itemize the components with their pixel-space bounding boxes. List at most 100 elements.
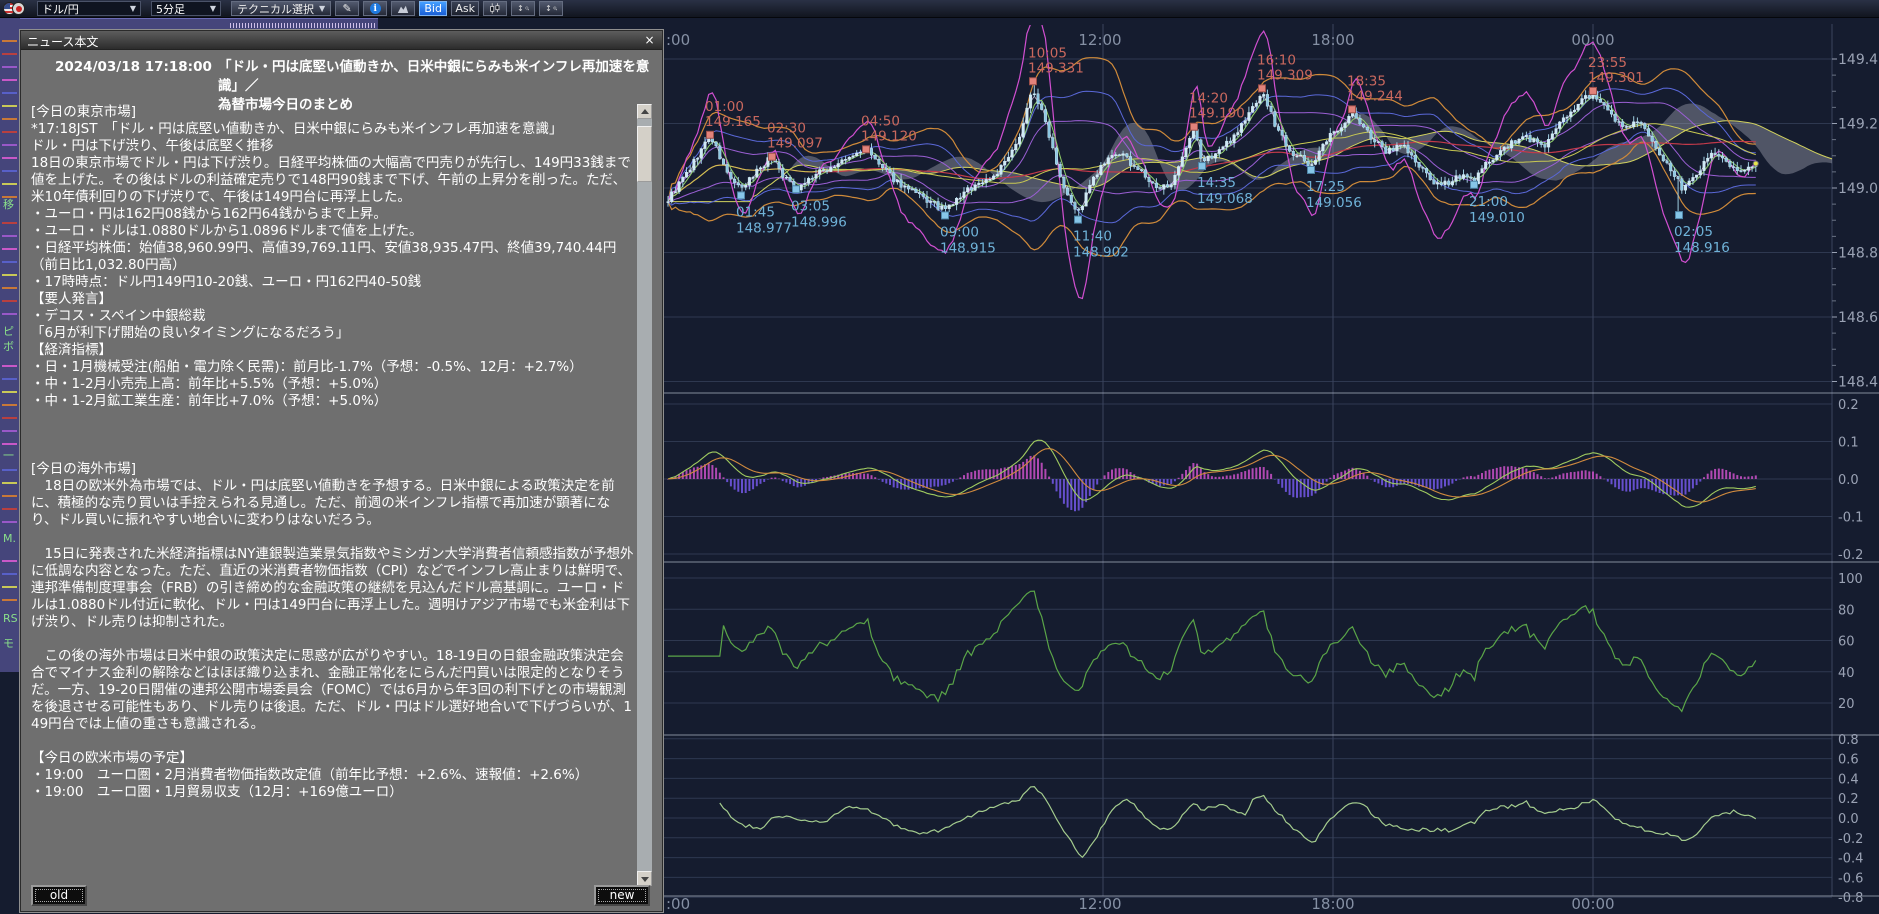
svg-text:149.20: 149.20 (1838, 117, 1879, 133)
legend-color-sample (2, 144, 17, 146)
legend-color-sample (2, 599, 17, 601)
legend-color-sample (2, 560, 17, 562)
news-scrollbar[interactable] (637, 104, 652, 886)
svg-text:148.977: 148.977 (736, 220, 792, 236)
svg-text:-0.8: -0.8 (1838, 891, 1863, 906)
svg-text:149.056: 149.056 (1306, 195, 1362, 211)
old-news-button[interactable]: old (31, 885, 87, 906)
chart-style-button[interactable] (391, 1, 415, 16)
svg-text:12:00: 12:00 (1078, 895, 1121, 913)
svg-text:01:45: 01:45 (736, 204, 775, 220)
currency-pair-select[interactable]: ドル/円 ▼ (37, 1, 141, 16)
legend-color-sample (2, 274, 17, 276)
legend-color-sample (2, 365, 17, 367)
info-icon: i (370, 3, 381, 14)
svg-text:01:00: 01:00 (705, 99, 744, 115)
technical-select-button[interactable]: テクニカル選択▼ (231, 1, 331, 16)
scrollbar-thumb[interactable] (637, 126, 652, 182)
svg-text:09:00: 09:00 (940, 224, 979, 240)
svg-text:0.4: 0.4 (1838, 772, 1859, 787)
svg-text:0.2: 0.2 (1838, 792, 1859, 807)
svg-text:149.331: 149.331 (1028, 60, 1084, 76)
legend-color-sample (2, 443, 17, 445)
info-button[interactable]: i (363, 1, 387, 16)
svg-text:12:00: 12:00 (1078, 31, 1121, 49)
legend-color-sample (2, 183, 17, 185)
legend-indicator-label: ボ (3, 341, 14, 353)
svg-text:18:00: 18:00 (1311, 895, 1354, 913)
draw-tool-button[interactable]: ✎ (335, 1, 359, 16)
timeframe-label: 5分足 (156, 1, 185, 17)
chevron-down-icon: ▼ (319, 4, 325, 13)
bid-toggle-button[interactable]: Bid (419, 1, 447, 16)
legend-color-sample (2, 92, 17, 94)
svg-text:100: 100 (1838, 572, 1863, 587)
new-news-button[interactable]: new (594, 885, 650, 906)
legend-color-sample (2, 118, 17, 120)
svg-text:148.902: 148.902 (1073, 245, 1129, 261)
currency-pair-label: ドル/円 (42, 1, 79, 17)
candlestick-style-button[interactable] (483, 1, 507, 16)
legend-indicator-label: RS (3, 613, 18, 625)
zoom-out-icon (525, 2, 529, 15)
svg-text:149.309: 149.309 (1257, 67, 1313, 83)
svg-text:148.916: 148.916 (1674, 240, 1730, 256)
svg-text:-0.6: -0.6 (1838, 871, 1863, 886)
news-window: ニュース本文 × 2024/03/18 17:18:00 「ドル・円は底堅い値動… (20, 30, 663, 912)
timeframe-select[interactable]: 5分足 ▼ (151, 1, 221, 16)
legend-color-sample (2, 261, 17, 263)
svg-text:0.8: 0.8 (1838, 733, 1859, 748)
svg-text:0.6: 0.6 (1838, 753, 1859, 768)
candlestick-icon (489, 2, 501, 15)
legend-color-sample (2, 573, 17, 575)
legend-color-sample (2, 495, 17, 497)
legend-color-sample (2, 40, 17, 42)
svg-text:149.165: 149.165 (705, 114, 761, 130)
svg-text:80: 80 (1838, 603, 1855, 618)
svg-text:02:30: 02:30 (767, 121, 806, 137)
close-icon[interactable]: × (642, 33, 657, 48)
legend-color-sample (2, 378, 17, 380)
svg-text:149.190: 149.190 (1189, 106, 1245, 122)
indicator-legend-strip: 移ピボ一M.RSモ (0, 18, 20, 672)
chevron-down-icon: ▼ (130, 4, 136, 13)
scroll-down-arrow-icon[interactable] (637, 871, 652, 886)
scroll-up-arrow-icon[interactable] (637, 104, 652, 119)
svg-text:18:00: 18:00 (1311, 31, 1354, 49)
legend-color-sample (2, 469, 17, 471)
svg-text:149.120: 149.120 (861, 128, 917, 144)
svg-text:-0.2: -0.2 (1838, 832, 1863, 847)
legend-color-sample (2, 131, 17, 133)
ask-toggle-button[interactable]: Ask (451, 1, 479, 16)
news-window-title: ニュース本文 (27, 35, 98, 49)
svg-text:10:05: 10:05 (1028, 45, 1067, 61)
chevron-down-icon: ▼ (210, 4, 216, 13)
svg-text:14:35: 14:35 (1197, 175, 1236, 191)
currency-flags-icon (3, 2, 33, 15)
legend-color-sample (2, 391, 17, 393)
vertical-arrows-icon: ↕ (517, 4, 524, 13)
svg-text:11:40: 11:40 (1073, 229, 1112, 245)
svg-text::00: :00 (666, 895, 690, 913)
legend-color-sample (2, 105, 17, 107)
svg-text:00:00: 00:00 (1571, 895, 1614, 913)
pencil-icon: ✎ (343, 2, 352, 15)
news-headline-line1: 「ドル・円は底堅い値動きか、日米中銀にらみも米インフレ再加速を意識」／ (218, 58, 662, 96)
legend-color-sample (2, 417, 17, 419)
zoom-in-button[interactable]: ↕ (539, 1, 563, 16)
svg-text:18:35: 18:35 (1347, 73, 1386, 89)
svg-text:-0.1: -0.1 (1838, 511, 1863, 526)
news-window-titlebar[interactable]: ニュース本文 × (21, 31, 662, 50)
svg-text:148.40: 148.40 (1838, 375, 1879, 391)
svg-text:148.60: 148.60 (1838, 310, 1879, 326)
svg-text:149.244: 149.244 (1347, 88, 1403, 104)
legend-color-sample (2, 235, 17, 237)
svg-text:0.0: 0.0 (1838, 473, 1859, 488)
legend-color-sample (2, 222, 17, 224)
bid-label: Bid (424, 2, 442, 15)
svg-text:04:50: 04:50 (861, 113, 900, 129)
legend-color-sample (2, 430, 17, 432)
svg-text:60: 60 (1838, 635, 1855, 650)
zoom-out-button[interactable]: ↕ (511, 1, 535, 16)
legend-color-sample (2, 170, 17, 172)
